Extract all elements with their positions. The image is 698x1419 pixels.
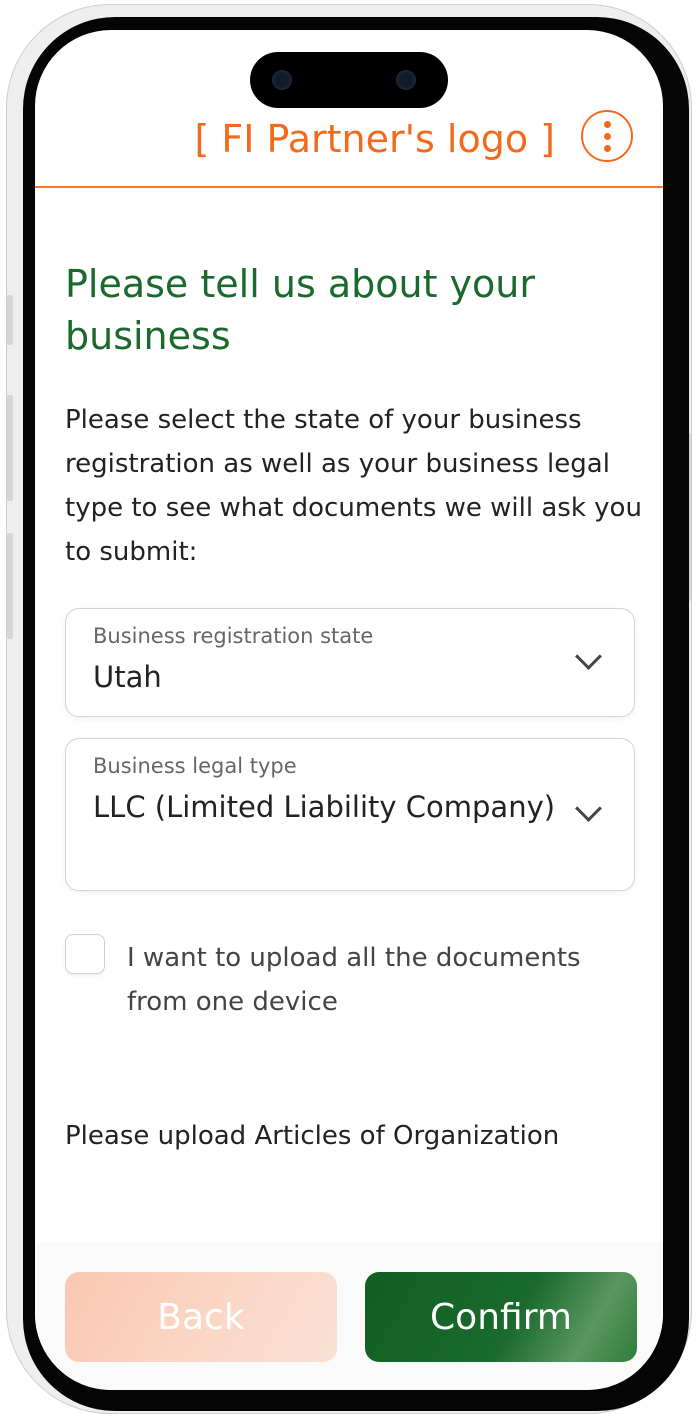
legal-type-label: Business legal type <box>93 754 297 778</box>
upload-heading: Please upload Articles of Organization <box>65 1121 560 1151</box>
silent-switch <box>7 295 13 345</box>
confirm-button[interactable]: Confirm <box>365 1272 637 1362</box>
registration-state-label: Business registration state <box>93 624 374 648</box>
chevron-down-icon <box>575 795 602 822</box>
page-title: Please tell us about your business <box>65 262 535 358</box>
volume-down-button <box>7 533 13 639</box>
screen: [ FI Partner's logo ] Please tell us abo… <box>35 30 663 1390</box>
dynamic-island <box>250 52 448 108</box>
volume-up-button <box>7 395 13 501</box>
registration-state-value: Utah <box>93 660 162 694</box>
menu-dot <box>603 132 611 140</box>
sensor-icon <box>272 70 292 90</box>
legal-type-select[interactable]: Business legal type LLC (Limited Liabili… <box>65 738 635 891</box>
more-vertical-icon[interactable] <box>581 110 633 162</box>
single-device-checkbox[interactable] <box>65 934 105 974</box>
menu-dot <box>603 144 611 152</box>
menu-dot <box>603 120 611 128</box>
single-device-label[interactable]: I want to upload all the documents from … <box>127 936 627 1024</box>
registration-state-select[interactable]: Business registration state Utah <box>65 608 635 717</box>
camera-icon <box>396 70 416 90</box>
legal-type-value: LLC (Limited Liability Company) <box>93 790 556 824</box>
partner-logo: [ FI Partner's logo ] <box>194 117 555 161</box>
intro-text: Please select the state of your business… <box>65 405 642 567</box>
chevron-down-icon <box>575 643 602 670</box>
back-button[interactable]: Back <box>65 1272 337 1362</box>
